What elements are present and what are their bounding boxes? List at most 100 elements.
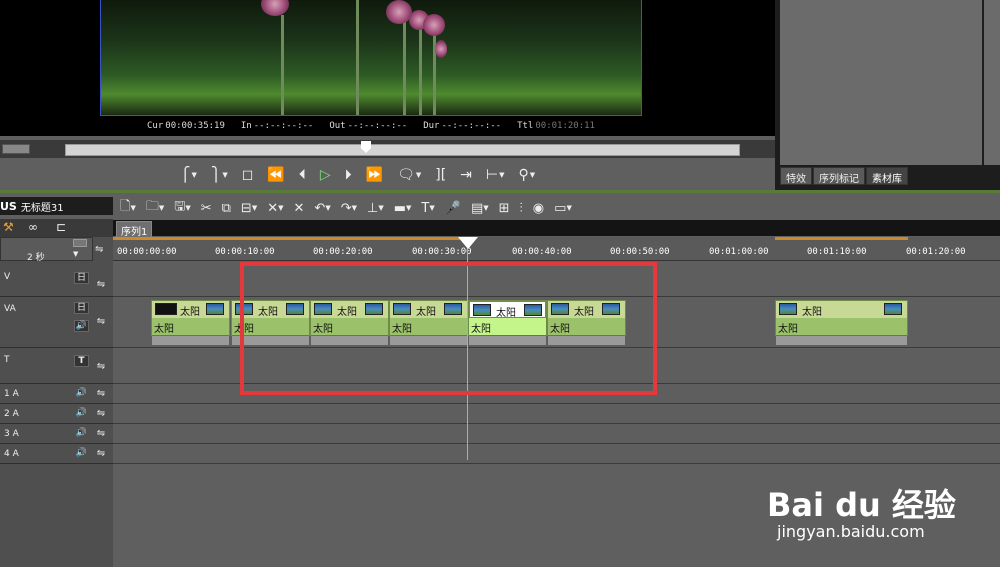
open-icon[interactable]: 🗀 ▼ (146, 197, 164, 219)
baidu-watermark: Bai du 经验 jingyan.baidu.com (767, 460, 997, 560)
sync-icon[interactable]: ⇋ (92, 428, 110, 439)
track-name: 3 A (4, 429, 19, 439)
step-back-icon[interactable]: ⏴ (299, 167, 306, 183)
link-icon[interactable]: ∞ (28, 220, 38, 234)
grid-icon[interactable]: ⊞ (499, 201, 510, 216)
go-to-out-icon[interactable]: ⇥ (460, 167, 472, 183)
tab-asset-library[interactable]: 素材库 (866, 167, 908, 185)
sequence-tab-bar (113, 220, 1000, 236)
clip-audio (776, 335, 907, 345)
copy-icon[interactable]: ⧉ (222, 201, 231, 216)
chevron-down-icon: ▼ (325, 204, 331, 212)
export-icon[interactable]: ⚲ ▼ (519, 167, 536, 183)
split-icon[interactable]: ⊥ ▼ (367, 201, 384, 216)
title-icon[interactable]: T ▼ (421, 201, 434, 216)
redo-icon[interactable]: ↷ ▼ (341, 201, 357, 216)
track-header-va: VA 日 🔊 ⇋ (0, 298, 113, 348)
mixer-icon[interactable]: ⫶ (520, 201, 523, 216)
timeline-clip[interactable]: 太阳 太阳 (151, 300, 230, 345)
track-header-3a: 3 A 🔊 ⇋ (0, 425, 113, 444)
track-name: V (4, 272, 11, 282)
undo-icon[interactable]: ↶ ▼ (314, 201, 330, 216)
speaker-icon[interactable]: 🔊 (74, 388, 89, 400)
ruler-label: 00:00:10:00 (215, 247, 275, 257)
ruler-label: 00:01:00:00 (709, 247, 769, 257)
track-lock-button[interactable]: 日 (74, 272, 89, 284)
sync-icon[interactable]: ⇋ (92, 388, 110, 399)
chevron-down-icon: ▼ (351, 204, 358, 212)
chevron-down-icon: ▼ (529, 171, 536, 179)
snap-icon[interactable]: ⊏ (56, 220, 66, 234)
sync-icon[interactable]: ⇋ (95, 244, 103, 255)
chevron-down-icon: ▼ (378, 204, 384, 212)
render-range-bar (775, 237, 908, 240)
new-file-icon[interactable]: 🗋 ▼ (120, 197, 136, 219)
step-forward-icon[interactable]: ⏵ (345, 167, 352, 183)
video-flower (435, 40, 447, 58)
title-track-button[interactable]: T (74, 355, 89, 367)
cut-icon[interactable]: ✂ (201, 201, 212, 216)
video-stem (281, 15, 284, 115)
watermark-brand: Bai du 经验 (767, 486, 956, 524)
video-flower (423, 14, 445, 36)
scrub-zoom-handle[interactable] (2, 144, 30, 154)
clip-thumbnail (884, 303, 902, 315)
tc-in: In --:--:--:-- (240, 121, 314, 131)
chevron-down-icon: ▼ (483, 204, 489, 212)
mark-out-button[interactable]: ⎫ ▼ (211, 167, 228, 183)
play-icon[interactable]: ▷ (320, 167, 331, 183)
clip-thumbnail (779, 303, 797, 315)
magic-wand-icon[interactable]: ⚒ (3, 220, 14, 234)
paste-icon[interactable]: ⊟ ▼ (241, 201, 257, 216)
save-icon[interactable]: 🖫 ▼ (174, 197, 190, 219)
chevron-down-icon: ▼ (499, 171, 505, 179)
color-icon[interactable]: ◉ (533, 201, 544, 216)
zoom-slider[interactable] (73, 239, 87, 247)
tc-cur: Cur 00:00:35:19 (147, 121, 225, 131)
speaker-icon[interactable]: 🔊 (74, 320, 89, 332)
mark-in-button[interactable]: ⎧ ▼ (180, 167, 197, 183)
sync-icon[interactable]: ⇋ (92, 448, 110, 459)
timecode-readout: Cur 00:00:35:19 In --:--:--:-- Out --:--:--… (100, 118, 642, 134)
render-icon[interactable]: ▤ ▼ (471, 201, 489, 216)
ruler-label: 00:00:30:00 (412, 247, 472, 257)
chevron-down-icon: ▼ (429, 204, 435, 212)
transition-icon[interactable]: ▬ ▼ (394, 201, 412, 216)
panel-divider (0, 190, 1000, 193)
insert-icon[interactable]: ⊢ ▼ (486, 167, 505, 183)
stop-icon[interactable]: ◻ (242, 167, 254, 183)
microphone-icon[interactable]: 🎤 (445, 201, 461, 216)
speaker-icon[interactable]: 🔊 (74, 408, 89, 420)
loop-icon[interactable]: 🗨 ▼ (397, 167, 421, 183)
chevron-down-icon: ▼ (415, 171, 422, 179)
track-name: 4 A (4, 449, 19, 459)
track-lock-button[interactable]: 日 (74, 302, 89, 314)
chevron-down-icon[interactable]: ▼ (73, 250, 78, 258)
layout-icon[interactable]: ▭ ▼ (554, 201, 572, 216)
scrub-track[interactable] (65, 144, 740, 156)
speaker-icon[interactable]: 🔊 (74, 428, 89, 440)
sync-icon[interactable]: ⇋ (92, 279, 110, 290)
go-to-in-icon[interactable]: ][ (435, 167, 446, 183)
clip-audio (152, 335, 229, 345)
track-lane-3a[interactable] (113, 425, 1000, 444)
clip-thumbnail (206, 303, 224, 315)
track-tool-row: ⚒ ∞ ⊏ (0, 219, 113, 237)
track-lane-2a[interactable] (113, 405, 1000, 424)
rewind-icon[interactable]: ⏪ (267, 167, 284, 183)
clip-header: 太阳 (776, 301, 907, 318)
sync-icon[interactable]: ⇋ (92, 408, 110, 419)
ripple-delete-icon[interactable]: ✕ (294, 201, 305, 216)
delete-icon[interactable]: ✕ ▼ (267, 201, 283, 216)
library-scrollbar[interactable] (984, 0, 1000, 165)
sync-icon[interactable]: ⇋ (92, 361, 110, 372)
library-tabs: 特效 序列标记 素材库 (780, 167, 908, 185)
fast-forward-icon[interactable]: ⏩ (366, 167, 383, 183)
chevron-down-icon: ▼ (251, 204, 258, 212)
speaker-icon[interactable]: 🔊 (74, 448, 89, 460)
timeline-clip[interactable]: 太阳 太阳 (775, 300, 908, 345)
zoom-control[interactable]: 2 秒 ▼ (0, 237, 93, 263)
sync-icon[interactable]: ⇋ (92, 316, 110, 327)
tab-effects[interactable]: 特效 (780, 167, 812, 185)
tab-sequence-markers[interactable]: 序列标记 (813, 167, 865, 185)
